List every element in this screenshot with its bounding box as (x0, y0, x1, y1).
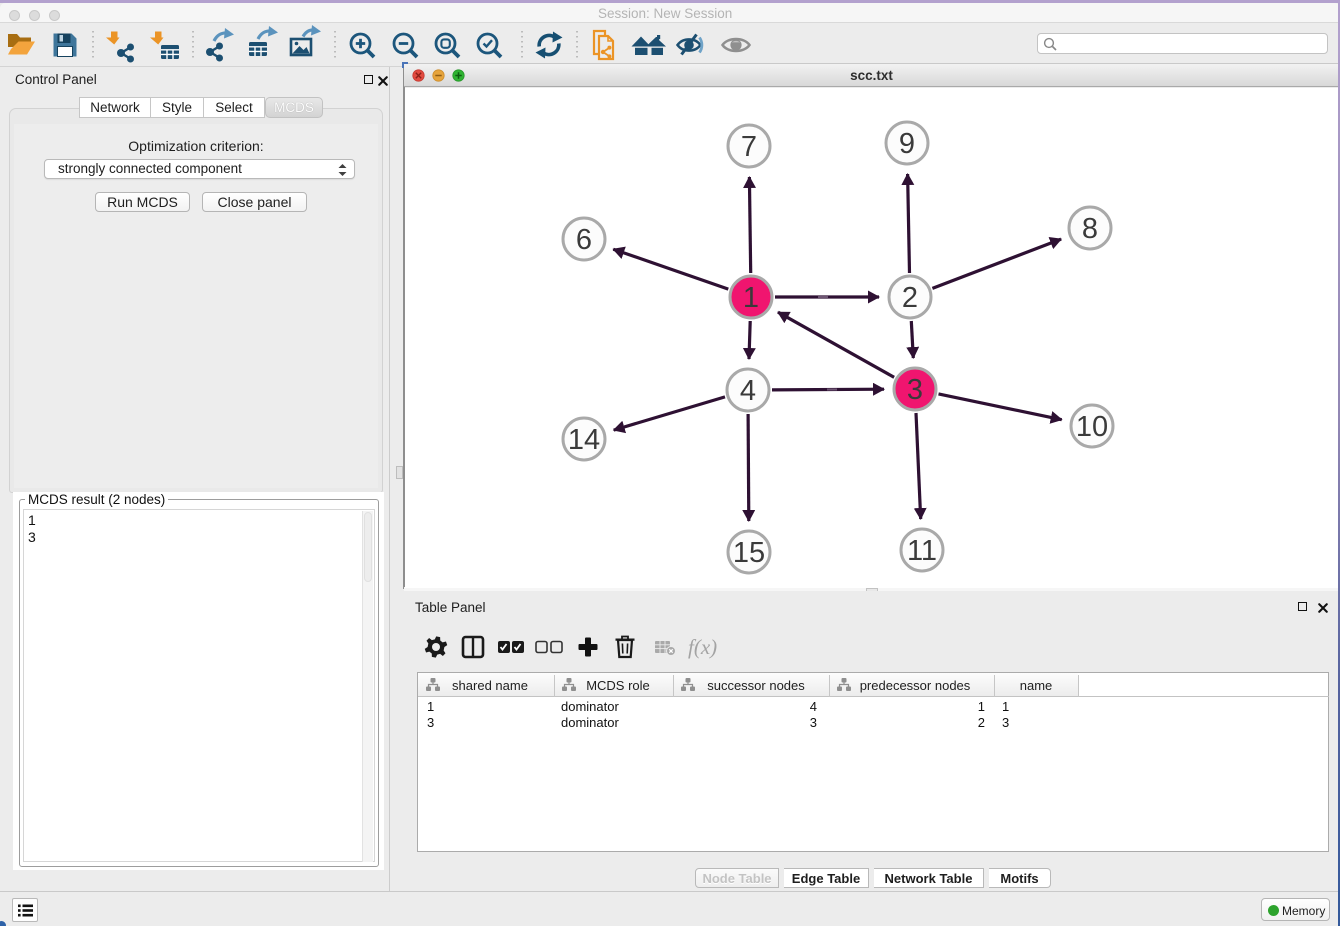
svg-text:f(x): f(x) (688, 635, 717, 659)
svg-text:8: 8 (1082, 213, 1098, 245)
svg-text:successor nodes: successor nodes (707, 678, 805, 693)
svg-text:2: 2 (902, 282, 918, 314)
svg-text:4: 4 (740, 375, 756, 407)
svg-text:14: 14 (568, 424, 600, 456)
svg-text:1: 1 (743, 282, 759, 314)
svg-text:predecessor nodes: predecessor nodes (860, 678, 971, 693)
svg-text:7: 7 (741, 131, 757, 163)
svg-text:9: 9 (899, 128, 915, 160)
svg-text:11: 11 (907, 535, 937, 567)
svg-text:6: 6 (576, 224, 592, 256)
svg-text:MCDS role: MCDS role (586, 678, 650, 693)
svg-text:3: 3 (907, 374, 923, 406)
svg-text:name: name (1020, 678, 1053, 693)
svg-text:15: 15 (733, 537, 765, 569)
svg-text:10: 10 (1076, 411, 1108, 443)
svg-text:shared name: shared name (452, 678, 528, 693)
